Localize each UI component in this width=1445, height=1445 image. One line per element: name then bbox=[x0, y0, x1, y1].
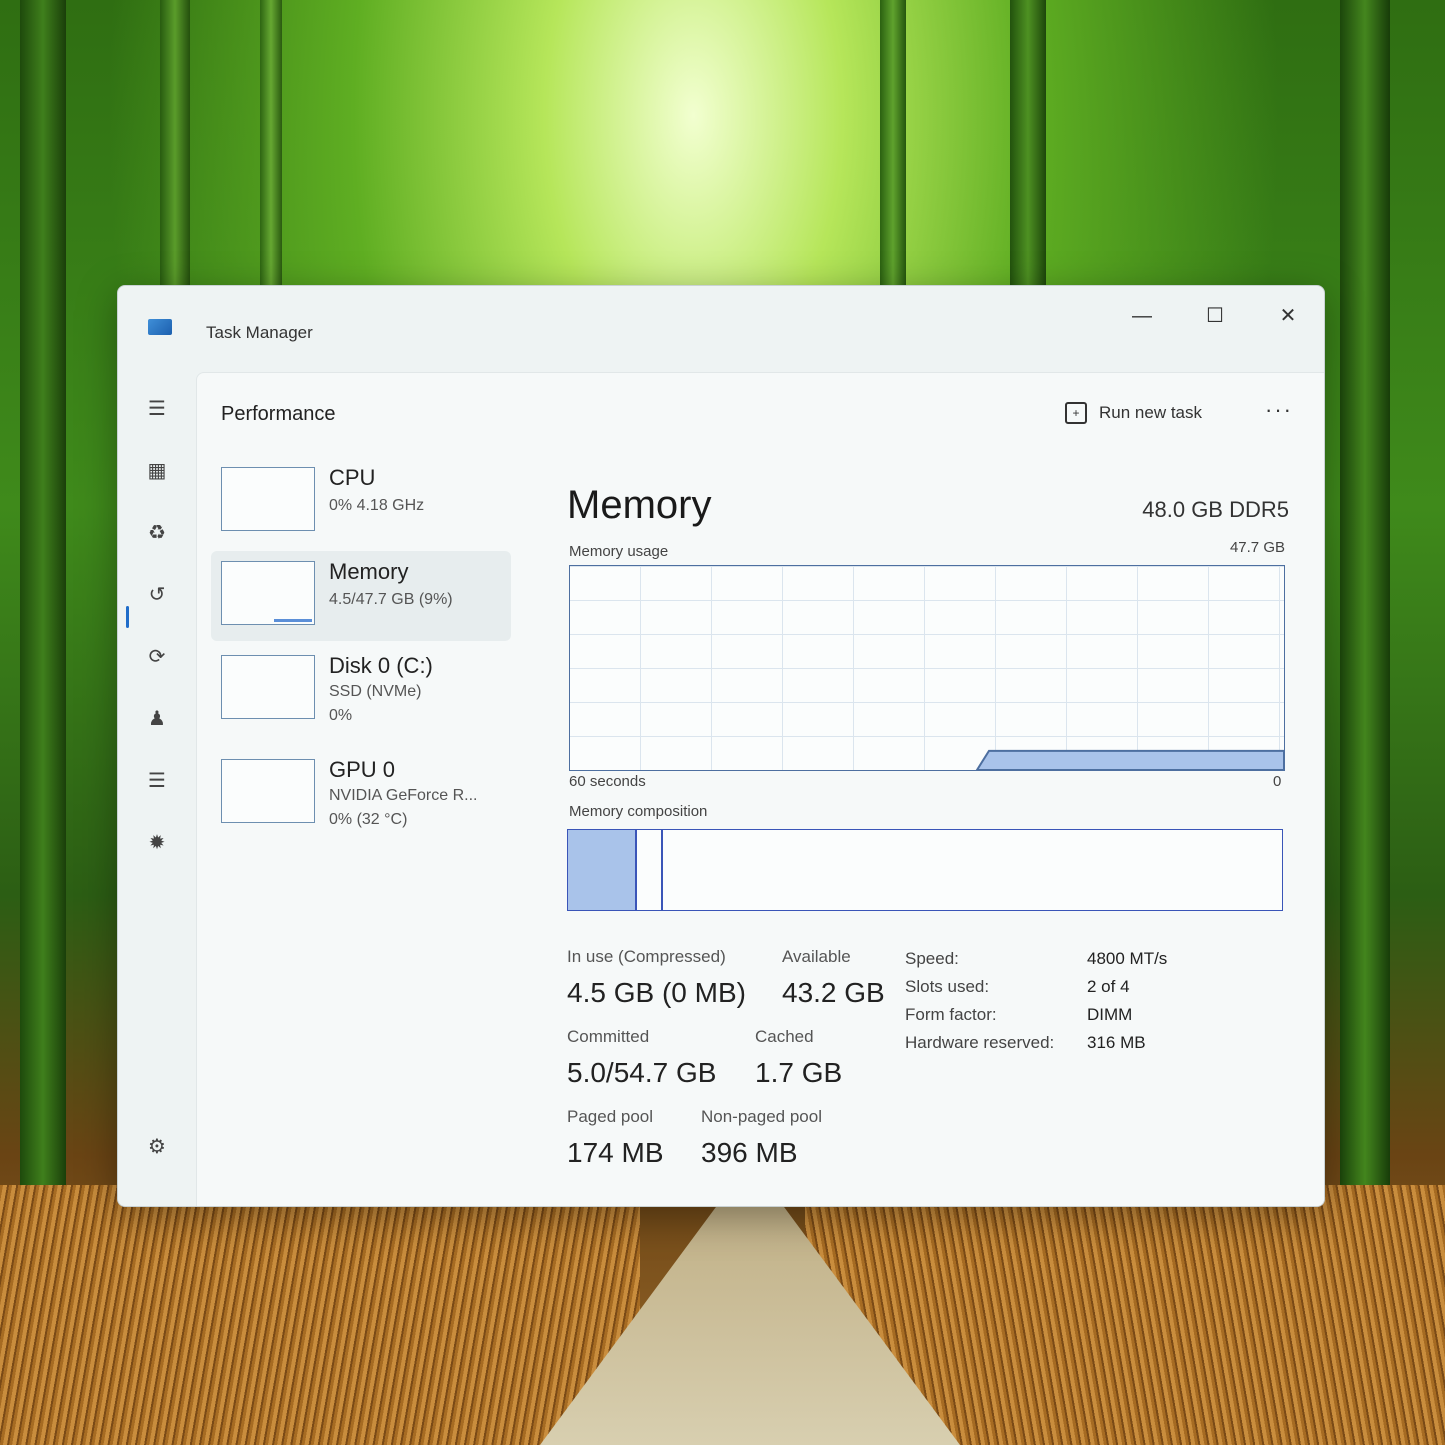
slots-used-label: Slots used: bbox=[905, 977, 990, 996]
details-icon[interactable]: ☰ bbox=[140, 764, 174, 798]
performance-panel: Performance + Run new task ··· CPU 0% 4.… bbox=[196, 372, 1324, 1206]
hamburger-menu-icon[interactable]: ☰ bbox=[140, 392, 174, 426]
disk-mini-graph bbox=[221, 655, 315, 719]
startup-apps-icon[interactable]: ⟳ bbox=[140, 640, 174, 674]
minimize-button[interactable]: — bbox=[1122, 298, 1162, 334]
speed-label: Speed: bbox=[905, 949, 959, 968]
memory-mini-graph-fill bbox=[274, 619, 312, 622]
run-task-icon: + bbox=[1065, 402, 1087, 424]
device-name: GPU 0 bbox=[329, 757, 396, 782]
memory-mini-graph bbox=[221, 561, 315, 625]
nav-sidebar: ☰ ▦ ♻ ↺ ⟳ ♟ ☰ ✹ ⚙ bbox=[118, 370, 196, 1206]
processes-icon[interactable]: ▦ bbox=[140, 454, 174, 488]
cpu-mini-graph bbox=[221, 467, 315, 531]
device-detail-2: 0% (32 °C) bbox=[329, 811, 408, 828]
gpu-mini-graph bbox=[221, 759, 315, 823]
device-detail: 4.5/47.7 GB (9%) bbox=[329, 591, 453, 608]
device-name: Disk 0 (C:) bbox=[329, 653, 433, 678]
memory-usage-label: Memory usage bbox=[569, 543, 669, 560]
device-detail: 0% 4.18 GHz bbox=[329, 497, 425, 514]
device-memory[interactable]: Memory 4.5/47.7 GB (9%) bbox=[211, 551, 511, 641]
device-detail: SSD (NVMe) bbox=[329, 683, 422, 700]
speed-value: 4800 MT/s bbox=[1087, 949, 1168, 968]
maximize-button[interactable]: ☐ bbox=[1195, 298, 1235, 334]
device-detail-2: 0% bbox=[329, 707, 353, 724]
task-manager-app-icon bbox=[148, 319, 172, 335]
available-value: 43.2 GB bbox=[782, 977, 885, 1008]
device-gpu[interactable]: GPU 0 NVIDIA GeForce R... 0% (32 °C) bbox=[211, 749, 511, 839]
in-use-value: 4.5 GB (0 MB) bbox=[567, 977, 746, 1008]
paged-pool-label: Paged pool bbox=[567, 1107, 654, 1126]
non-paged-pool-value: 396 MB bbox=[701, 1137, 798, 1168]
memory-usage-max: 47.7 GB bbox=[1229, 539, 1285, 556]
services-icon[interactable]: ✹ bbox=[140, 826, 174, 860]
active-nav-indicator bbox=[126, 606, 129, 628]
users-icon[interactable]: ♟ bbox=[140, 702, 174, 736]
memory-usage-graph bbox=[569, 565, 1285, 771]
memory-spec: 48.0 GB DDR5 bbox=[1142, 497, 1289, 522]
app-history-icon[interactable]: ↺ bbox=[140, 578, 174, 612]
non-paged-pool-label: Non-paged pool bbox=[701, 1107, 822, 1126]
slots-used-value: 2 of 4 bbox=[1087, 977, 1130, 996]
cached-value: 1.7 GB bbox=[755, 1057, 843, 1088]
hardware-reserved-value: 316 MB bbox=[1087, 1033, 1146, 1052]
device-disk[interactable]: Disk 0 (C:) SSD (NVMe) 0% bbox=[211, 645, 511, 735]
hardware-reserved-label: Hardware reserved: bbox=[905, 1033, 1055, 1052]
bamboo-stalk bbox=[20, 0, 66, 1220]
task-manager-window: Task Manager — ☐ ✕ ☰ ▦ ♻ ↺ ⟳ ♟ ☰ ✹ ⚙ Per… bbox=[117, 285, 1325, 1207]
cached-label: Cached bbox=[755, 1027, 814, 1046]
form-factor-value: DIMM bbox=[1087, 1005, 1133, 1024]
memory-usage-area bbox=[975, 749, 1284, 770]
settings-gear-icon[interactable]: ⚙ bbox=[140, 1130, 174, 1164]
device-name: Memory bbox=[329, 559, 409, 584]
performance-icon[interactable]: ♻ bbox=[140, 516, 174, 550]
graph-time-label: 60 seconds bbox=[569, 773, 646, 790]
committed-label: Committed bbox=[567, 1027, 650, 1046]
title-bar[interactable]: Task Manager — ☐ ✕ bbox=[118, 286, 1324, 370]
memory-composition-bar bbox=[567, 829, 1283, 911]
grass-left bbox=[0, 1185, 640, 1445]
device-detail: NVIDIA GeForce R... bbox=[329, 787, 478, 804]
device-name: CPU bbox=[329, 465, 376, 490]
more-options-button[interactable]: ··· bbox=[1265, 397, 1293, 423]
run-new-task-button[interactable]: + Run new task bbox=[1065, 397, 1202, 429]
committed-value: 5.0/54.7 GB bbox=[567, 1057, 717, 1088]
bamboo-stalk bbox=[1340, 0, 1390, 1220]
graph-time-zero: 0 bbox=[1273, 773, 1282, 790]
memory-composition-label: Memory composition bbox=[569, 803, 708, 820]
device-cpu[interactable]: CPU 0% 4.18 GHz bbox=[211, 457, 511, 547]
form-factor-label: Form factor: bbox=[905, 1005, 997, 1024]
window-title: Task Manager bbox=[206, 323, 313, 342]
page-title: Performance bbox=[221, 403, 336, 425]
composition-modified bbox=[568, 830, 663, 910]
available-label: Available bbox=[782, 947, 851, 966]
paged-pool-value: 174 MB bbox=[567, 1137, 664, 1168]
in-use-label: In use (Compressed) bbox=[567, 947, 726, 966]
memory-heading: Memory bbox=[567, 483, 712, 527]
run-new-task-label: Run new task bbox=[1099, 403, 1202, 422]
close-button[interactable]: ✕ bbox=[1268, 298, 1308, 334]
